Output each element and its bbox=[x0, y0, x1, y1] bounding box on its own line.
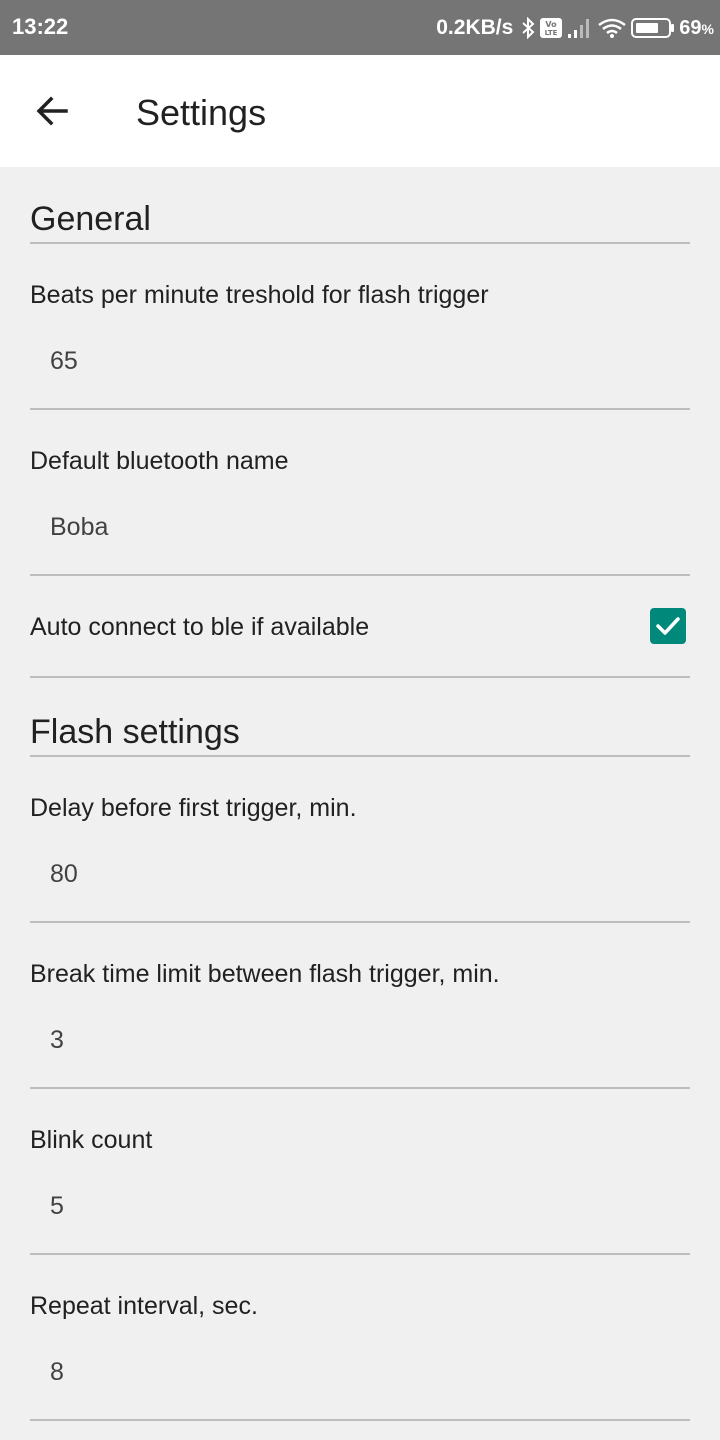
status-time: 13:22 bbox=[12, 14, 69, 39]
pref-value: 3 bbox=[50, 1026, 64, 1054]
category-title: Flash settings bbox=[30, 713, 240, 751]
battery-icon bbox=[631, 17, 675, 39]
pref-delay-first-trigger[interactable]: Delay before first trigger, min. 80 bbox=[30, 757, 690, 923]
network-speed: 0.2KB/s bbox=[436, 16, 514, 39]
auto-connect-checkbox[interactable] bbox=[650, 608, 686, 644]
pref-label: Auto connect to ble if available bbox=[30, 613, 370, 641]
pref-label: Break time limit between flash trigger, … bbox=[30, 960, 500, 988]
pref-bpm-threshold[interactable]: Beats per minute treshold for flash trig… bbox=[30, 244, 690, 410]
pref-label: Delay before first trigger, min. bbox=[30, 794, 357, 822]
svg-text:Vo: Vo bbox=[546, 20, 558, 29]
pref-label: Beats per minute treshold for flash trig… bbox=[30, 281, 489, 309]
category-general: General bbox=[30, 167, 690, 244]
page-title: Settings bbox=[136, 92, 267, 133]
signal-icon bbox=[567, 17, 593, 39]
bluetooth-icon bbox=[521, 17, 535, 39]
pref-repeat-interval[interactable]: Repeat interval, sec. 8 bbox=[30, 1255, 690, 1421]
back-button[interactable] bbox=[22, 83, 82, 139]
svg-text:LTE: LTE bbox=[545, 29, 558, 37]
arrow-back-icon bbox=[36, 96, 68, 126]
pref-value: 5 bbox=[50, 1192, 64, 1220]
pref-value: 8 bbox=[50, 1358, 64, 1386]
check-icon bbox=[656, 617, 680, 635]
wifi-icon bbox=[597, 17, 627, 39]
pref-label: Blink count bbox=[30, 1126, 153, 1154]
pref-label: Repeat interval, sec. bbox=[30, 1292, 258, 1320]
pref-auto-connect[interactable]: Auto connect to ble if available bbox=[30, 576, 690, 678]
status-bar: 13:22 0.2KB/s Vo LTE 69% bbox=[0, 0, 720, 55]
pref-value: Boba bbox=[50, 513, 109, 541]
pref-bluetooth-name[interactable]: Default bluetooth name Boba bbox=[30, 410, 690, 576]
pref-blink-count[interactable]: Blink count 5 bbox=[30, 1089, 690, 1255]
pref-value: 65 bbox=[50, 347, 78, 375]
app-bar: Settings bbox=[0, 55, 720, 167]
volte-icon: Vo LTE bbox=[539, 17, 563, 39]
pref-break-time-limit[interactable]: Break time limit between flash trigger, … bbox=[30, 923, 690, 1089]
category-flash-settings: Flash settings bbox=[30, 678, 690, 757]
battery-percent: 69% bbox=[679, 16, 714, 39]
pref-value: 80 bbox=[50, 860, 78, 888]
category-title: General bbox=[30, 200, 151, 238]
status-icons: 0.2KB/s Vo LTE 69% bbox=[436, 14, 714, 42]
settings-list: General Beats per minute treshold for fl… bbox=[30, 167, 690, 1421]
pref-label: Default bluetooth name bbox=[30, 447, 289, 475]
